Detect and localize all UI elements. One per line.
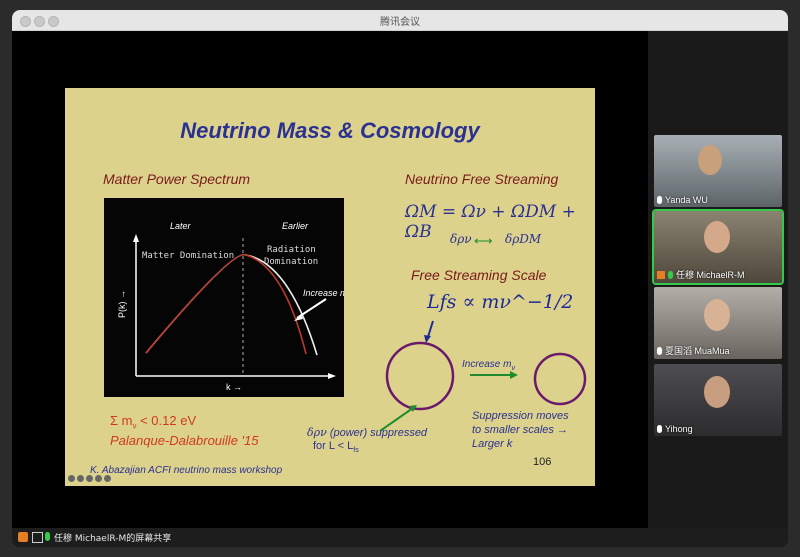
power-spectrum-svg: Later Earlier Matter Domination Radiatio…	[117, 221, 351, 392]
spectrum-curve-massive	[145, 253, 307, 355]
spectrum-curve-massless	[145, 253, 318, 356]
free-streaming-scale-heading: Free Streaming Scale	[411, 267, 547, 283]
increase-mass-label: Increase mν	[462, 359, 515, 372]
large-circle	[385, 341, 455, 411]
y-axis-arrow-icon	[133, 234, 139, 242]
participant-label: 任穆 MichaelR-M	[657, 268, 745, 281]
suppressed-note-line2: for L < Lfs	[313, 440, 359, 455]
suppression-moves-line2: to smaller scales →	[472, 424, 568, 436]
screen-icon[interactable]	[32, 532, 43, 543]
label-earlier: Earlier	[282, 221, 309, 231]
participant-tile[interactable]: Yihong	[654, 364, 782, 436]
avatar	[704, 299, 730, 331]
citation: Palanque-Dalabrouille '15	[110, 433, 259, 448]
mic-icon	[668, 270, 673, 279]
participant-tile[interactable]: 夏国滔 MuaMua	[654, 287, 782, 359]
participant-label: 夏国滔 MuaMua	[657, 344, 730, 357]
power-spectrum-plot: Later Earlier Matter Domination Radiatio…	[104, 198, 351, 397]
slide-credit: K. Abazajian ACFI neutrino mass workshop	[90, 465, 283, 476]
suppressed-note-line1: δρν (power) suppressed	[307, 426, 428, 439]
host-icon	[657, 270, 665, 279]
menu-icon[interactable]	[86, 475, 93, 482]
annotation-increase-m: Increase mν	[303, 288, 344, 300]
slide-title: Neutrino Mass & Cosmology	[180, 118, 480, 143]
prev-slide-icon[interactable]	[68, 475, 75, 482]
screen-share-area: Neutrino Mass & Cosmology Matter Power S…	[12, 31, 648, 528]
suppression-moves-line1: Suppression moves	[472, 410, 569, 422]
lfs-pointer-arrowhead-icon	[424, 335, 431, 343]
double-arrow-icon: ⟷	[474, 233, 493, 248]
x-axis-label: k →	[226, 382, 242, 392]
free-streaming-heading: Neutrino Free Streaming	[405, 171, 559, 187]
y-axis-label: P(k) →	[117, 290, 127, 318]
increase-arrowhead-icon	[510, 371, 518, 379]
sum-mass-bound: Σ mν < 0.12 eV	[110, 413, 197, 431]
presentation-slide: Neutrino Mass & Cosmology Matter Power S…	[65, 88, 595, 486]
label-domination: Domination	[264, 257, 318, 267]
x-axis-arrow-icon	[328, 373, 336, 379]
view-icon[interactable]	[95, 475, 102, 482]
window-title: 腾讯会议	[380, 17, 420, 28]
lfs-proportionality: Lfs ∝ mν^−1/2	[427, 291, 574, 313]
share-status-text: 任穆 MichaelR-M的屏幕共享	[54, 534, 172, 544]
pen-icon[interactable]	[77, 475, 84, 482]
mic-icon	[657, 196, 662, 204]
delta-rho-nu: δρν	[450, 232, 472, 246]
delta-rho-dm: δρDM	[505, 232, 542, 246]
label-radiation: Radiation	[267, 245, 316, 255]
slide-controls	[68, 475, 111, 482]
matter-power-spectrum-heading: Matter Power Spectrum	[103, 171, 251, 187]
user-icon[interactable]	[18, 532, 28, 542]
avatar	[704, 376, 730, 408]
label-matter-domination: Matter Domination	[142, 251, 234, 261]
lfs-pointer-arrow	[427, 320, 434, 338]
title-bar: 腾讯会议	[12, 10, 788, 31]
participant-tile[interactable]: Yanda WU	[654, 135, 782, 207]
mic-icon	[657, 425, 662, 433]
label-later: Later	[170, 221, 192, 231]
participant-sidebar: Yanda WU 任穆 MichaelR-M 夏国滔 MuaMua Yihong	[648, 31, 788, 528]
suppression-moves-line3: Larger k	[472, 438, 513, 450]
mic-icon	[657, 346, 662, 355]
participant-tile-active[interactable]: 任穆 MichaelR-M	[652, 209, 784, 285]
avatar	[704, 221, 730, 253]
avatar	[698, 145, 722, 175]
small-circle	[533, 352, 587, 406]
participant-label: Yihong	[657, 424, 693, 434]
slide-page-number: 106	[533, 456, 552, 468]
mic-icon[interactable]	[45, 532, 50, 541]
next-slide-icon[interactable]	[104, 475, 111, 482]
share-status-bar: 任穆 MichaelR-M的屏幕共享	[12, 528, 788, 547]
omega-equation: ΩM = Ων + ΩDM + ΩB	[405, 202, 576, 242]
meeting-window: 腾讯会议 Neutrino Mass & Cosmology Matter Po…	[12, 10, 788, 547]
participant-label: Yanda WU	[657, 195, 708, 205]
